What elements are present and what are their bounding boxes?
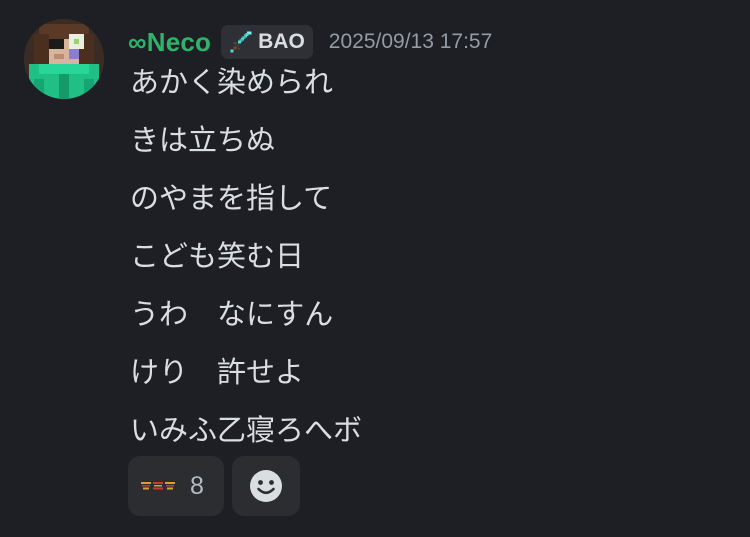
message-line: うわ なにすん <box>130 297 334 331</box>
chat-message: ∞Neco BAO 2025/09/13 17:57 あかく染められ きは立ちぬ… <box>0 0 750 537</box>
smile-icon <box>250 470 282 502</box>
clan-tag[interactable]: BAO <box>221 25 313 59</box>
message-header: ∞Neco BAO 2025/09/13 17:57 <box>128 24 492 60</box>
reaction-button[interactable]: 8 <box>128 456 224 516</box>
add-reaction-button[interactable] <box>232 456 300 516</box>
clan-tag-text: BAO <box>258 30 305 53</box>
message-line: きは立ちぬ <box>130 123 276 157</box>
message-line: あかく染められ <box>130 65 334 99</box>
diamond-sword-icon <box>230 31 252 53</box>
message-line: こども笑む日 <box>130 239 305 273</box>
reactions-bar: 8 <box>128 456 300 516</box>
custom-kanji-text-emoji <box>140 481 176 491</box>
message-content: あかく染められ きは立ちぬ のやまを指して こども笑む日 うわ なにすん けり … <box>130 60 730 466</box>
username[interactable]: ∞Neco <box>128 27 211 58</box>
timestamp: 2025/09/13 17:57 <box>328 30 493 53</box>
message-line: のやまを指して <box>130 181 333 215</box>
pixel-art-character-avatar <box>24 19 104 99</box>
avatar[interactable] <box>24 19 104 99</box>
message-line: けり 許せよ <box>130 355 305 389</box>
reaction-count: 8 <box>190 471 204 500</box>
